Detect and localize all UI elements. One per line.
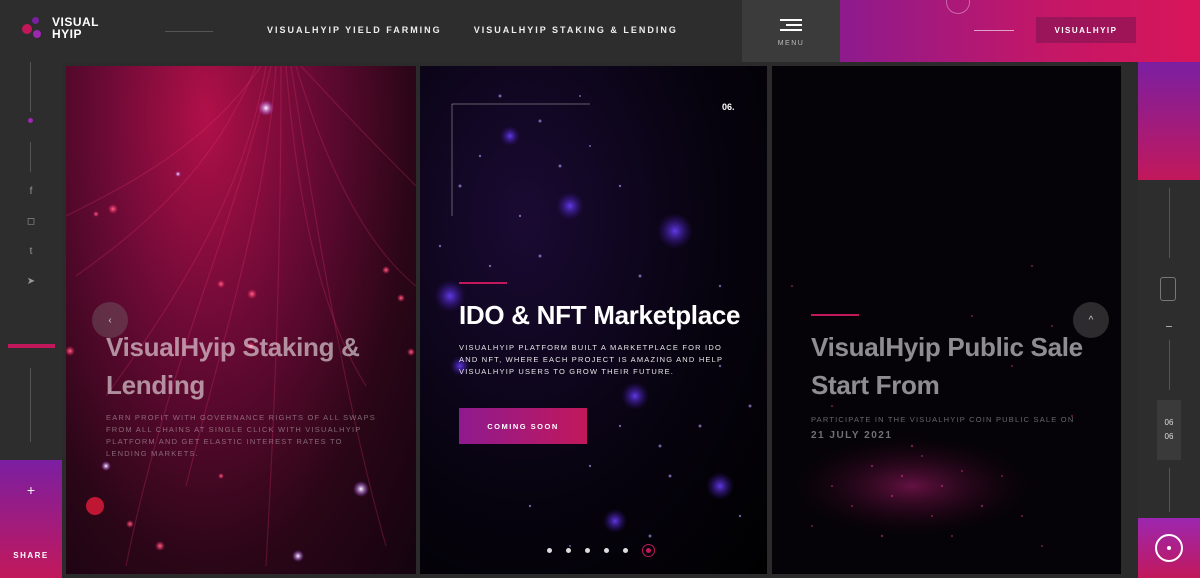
- circle-decoration-icon: [946, 0, 970, 14]
- slide-title-line-1: VisualHyip Staking &: [106, 332, 360, 362]
- pagination-dot[interactable]: [623, 548, 628, 553]
- slide-description: EARN PROFIT WITH GOVERNANCE RIGHTS OF AL…: [106, 413, 376, 458]
- ring-icon: [1155, 534, 1183, 562]
- sidebar-accent-bar: [8, 344, 55, 348]
- header-cta-area: VISUALHYIP: [840, 0, 1200, 62]
- slide-counter: 06 06: [1157, 400, 1181, 460]
- slide-title: VisualHyip Public Sale Start From: [811, 328, 1083, 404]
- right-line-mid: [1169, 340, 1170, 390]
- next-slide-button[interactable]: ^: [1073, 302, 1109, 338]
- facebook-icon[interactable]: f: [24, 184, 38, 198]
- slide-title: IDO & NFT Marketplace: [459, 300, 741, 330]
- slide-title: VisualHyip Staking & Lending: [106, 328, 360, 404]
- share-button[interactable]: + SHARE: [0, 460, 62, 578]
- sidebar-line-mid: [30, 142, 31, 172]
- telegram-icon[interactable]: ➤: [24, 274, 38, 288]
- pagination-dot[interactable]: [566, 548, 571, 553]
- nav-yield-farming[interactable]: VISUALHYIP YIELD FARMING: [267, 25, 442, 35]
- slide-pagination: [547, 544, 655, 557]
- pagination-dot[interactable]: [604, 548, 609, 553]
- slide-description: VISUALHYIP PLATFORM BUILT A MARKETPLACE …: [459, 343, 724, 376]
- slide-title-line-2: Start From: [811, 370, 940, 400]
- cta-divider: [974, 30, 1014, 31]
- right-sidebar: 06 06: [1138, 62, 1200, 578]
- slide-title-line-1: VisualHyip Public Sale: [811, 332, 1083, 362]
- prev-slide-button[interactable]: ‹: [92, 302, 128, 338]
- pagination-dot-active[interactable]: [642, 544, 655, 557]
- logo-line-2: HYIP: [52, 27, 83, 41]
- sidebar-line-top: [30, 62, 31, 112]
- counter-total: 06: [1164, 432, 1174, 441]
- counter-current: 06: [1164, 418, 1174, 427]
- slide-title-line-2: Lending: [106, 370, 205, 400]
- sidebar-dot: [28, 118, 33, 123]
- left-sidebar: f ◻ t ➤ + SHARE: [0, 62, 62, 578]
- logo-icon: [20, 14, 48, 42]
- slide-public-sale: VisualHyip Public Sale Start From PARTIC…: [772, 66, 1121, 574]
- logo-text: VISUAL HYIP: [52, 16, 99, 40]
- plus-icon: +: [26, 482, 36, 498]
- chevron-up-icon: ^: [1088, 314, 1094, 326]
- share-label: SHARE: [13, 551, 49, 560]
- sidebar-line-bottom: [30, 368, 31, 442]
- page: VISUAL HYIP VISUALHYIP YIELD FARMING VIS…: [0, 0, 1200, 578]
- instagram-icon[interactable]: ◻: [24, 214, 38, 228]
- phone-icon[interactable]: [1160, 277, 1176, 301]
- slide-number: 06.: [722, 102, 735, 112]
- chevron-left-icon: ‹: [108, 314, 112, 326]
- pagination-dot[interactable]: [585, 548, 590, 553]
- slide-description: PARTICIPATE IN THE VISUALHYIP COIN PUBLI…: [811, 415, 1075, 424]
- dash-icon: [1166, 326, 1172, 327]
- hamburger-icon: [780, 16, 802, 34]
- title-accent-line: [459, 282, 507, 284]
- header-divider: [165, 31, 213, 32]
- pagination-dot[interactable]: [547, 548, 552, 553]
- main-nav: VISUALHYIP YIELD FARMING VISUALHYIP STAK…: [267, 25, 678, 35]
- sale-date: 21 JULY 2021: [811, 430, 893, 441]
- social-links: f ◻ t ➤: [0, 184, 62, 288]
- visualhyip-cta-button[interactable]: VISUALHYIP: [1036, 17, 1136, 43]
- menu-label: MENU: [777, 39, 805, 47]
- particle-cloud-image: [791, 265, 1073, 547]
- title-accent-line: [811, 314, 859, 316]
- right-line-bottom: [1169, 468, 1170, 512]
- nav-staking-lending[interactable]: VISUALHYIP STAKING & LENDING: [474, 25, 678, 35]
- slide-ido-nft: 06. IDO & NFT Marketplace VISUALHYIP PLA…: [420, 66, 767, 574]
- header: VISUAL HYIP VISUALHYIP YIELD FARMING VIS…: [0, 0, 1200, 62]
- menu-button[interactable]: MENU: [742, 0, 840, 62]
- right-gradient-block: [1138, 62, 1200, 180]
- coming-soon-button[interactable]: COMING SOON: [459, 408, 587, 444]
- right-line-top: [1169, 188, 1170, 258]
- scroll-button[interactable]: [1138, 518, 1200, 578]
- twitter-icon[interactable]: t: [24, 244, 38, 258]
- logo[interactable]: VISUAL HYIP: [20, 14, 99, 42]
